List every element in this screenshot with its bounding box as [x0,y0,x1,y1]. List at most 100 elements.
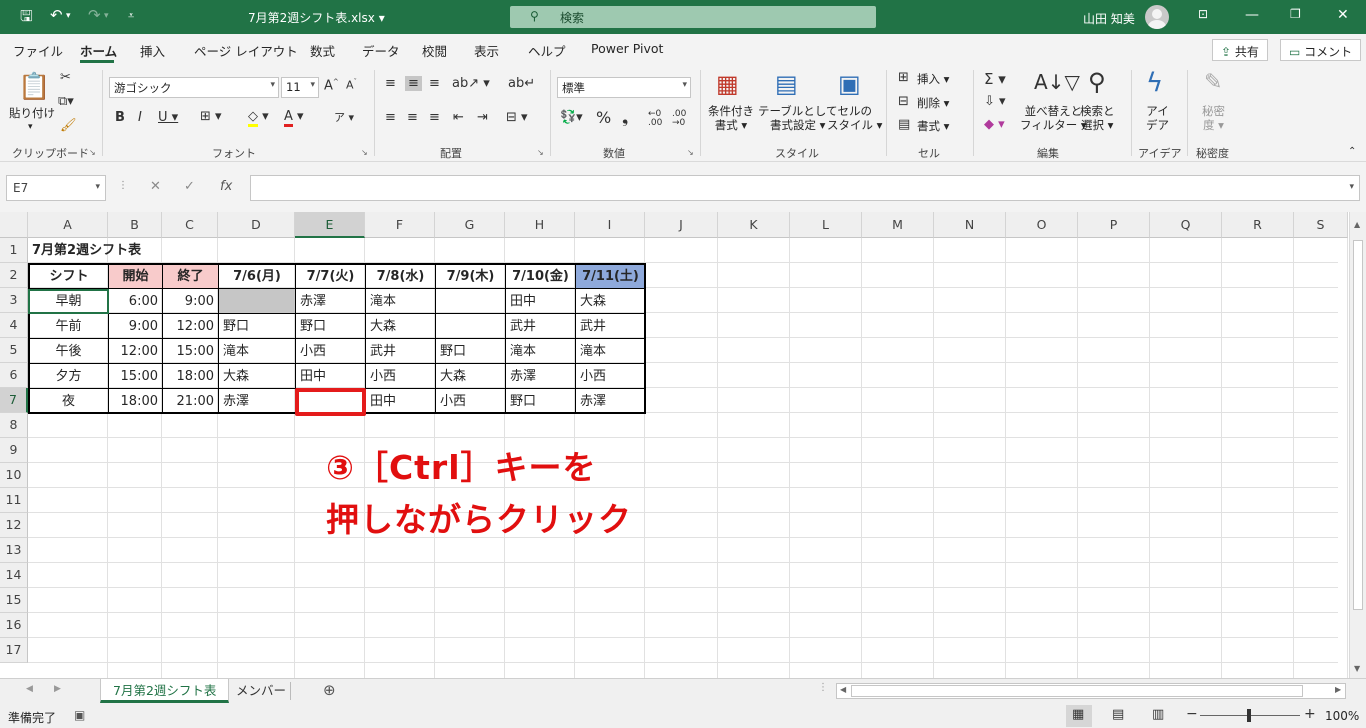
table-cell[interactable]: 12:00 [110,339,161,364]
column-header-d[interactable]: D [218,212,295,238]
format-as-table-label[interactable]: テーブルとして 書式設定 ▾ [758,104,837,132]
table-cell[interactable]: 18:00 [110,389,161,414]
align-bottom-icon[interactable]: ≡ [429,76,440,91]
table-cell[interactable]: 小西 [297,339,364,364]
formula-input[interactable]: ▾ [250,175,1360,201]
table-cell[interactable]: 12:00 [164,314,217,339]
spreadsheet-grid[interactable]: ABCDEFGHIJKLMNOPQRS 1 2 3 4 5 6 7 8 9 10 11 12 13 14 1… [0,212,1366,678]
table-cell[interactable]: 午前 [30,314,107,339]
row-header-10[interactable]: 10 [0,463,28,488]
table-cell[interactable]: 大森 [577,289,644,314]
accounting-format-icon[interactable]: 💱▾ [560,110,583,125]
sheet-title[interactable]: 7月第2週シフト表 [29,238,229,263]
scroll-down-icon[interactable]: ▼ [1354,664,1360,673]
column-header-q[interactable]: Q [1150,212,1222,238]
sensitivity-label[interactable]: 秘密度 ▾ [1202,104,1225,132]
orientation-icon[interactable]: ab↗ ▾ [452,76,490,91]
row-header-2[interactable]: 2 [0,263,28,288]
select-all-corner[interactable] [0,212,28,238]
horizontal-scroll-thumb[interactable] [851,685,1303,697]
header-cell[interactable]: 開始 [109,264,162,289]
header-cell[interactable]: 7/11(土) [576,264,645,289]
header-cell[interactable]: 7/8(水) [366,264,435,289]
tab-view[interactable]: 表示 [474,41,499,60]
paste-icon[interactable]: 📋 [18,72,50,102]
tab-power-pivot[interactable]: Power Pivot [591,41,663,56]
table-cell[interactable]: 野口 [507,389,574,414]
merge-center-icon[interactable]: ⊟ ▾ [506,110,528,125]
split-handle-icon[interactable]: ⋮ [818,682,828,693]
table-cell[interactable]: 赤澤 [297,289,364,314]
column-header-s[interactable]: S [1294,212,1348,238]
undo-icon[interactable]: ↶ [50,6,63,24]
conditional-format-label[interactable]: 条件付き 書式 ▾ [708,104,754,132]
fill-icon[interactable]: ⇩ ▾ [984,94,1006,109]
font-size-select[interactable]: 11 ▾ [281,77,319,98]
table-cell[interactable]: 滝本 [367,289,434,314]
column-header-c[interactable]: C [162,212,218,238]
ribbon-display-icon[interactable]: ⊡ [1198,7,1208,21]
tab-data[interactable]: データ [362,41,400,60]
row-header-7[interactable]: 7 [0,388,28,413]
clear-icon[interactable]: ◆ ▾ [984,117,1005,132]
comment-button[interactable]: ▭ コメント [1280,39,1362,61]
header-cell[interactable]: 7/9(木) [436,264,505,289]
format-as-table-icon[interactable]: ▤ [775,70,798,98]
ideas-icon[interactable]: ϟ [1146,68,1163,98]
autosum-icon[interactable]: Σ ▾ [984,70,1006,88]
number-format-select[interactable]: 標準 ▾ [557,77,691,98]
column-header-o[interactable]: O [1006,212,1078,238]
insert-cells-label[interactable]: 挿入 ▾ [917,72,949,86]
table-cell[interactable]: 赤澤 [507,364,574,389]
undo-dropdown-icon[interactable]: ▾ [66,11,71,21]
table-cell[interactable]: 野口 [437,339,504,364]
fill-color-icon[interactable]: ◇ ▾ [248,109,269,127]
find-select-label[interactable]: 検索と 選択 ▾ [1080,104,1115,132]
minimize-icon[interactable]: — [1245,7,1259,23]
font-name-select[interactable]: 游ゴシック ▾ [109,77,279,98]
cut-icon[interactable]: ✂ [60,70,71,85]
tab-page-layout[interactable]: ページ レイアウト [194,41,298,60]
table-cell[interactable]: 18:00 [164,364,217,389]
header-cell[interactable]: 7/7(火) [296,264,365,289]
align-top-icon[interactable]: ≡ [385,76,396,91]
increase-decimal-icon[interactable]: ←0.00 [648,110,662,128]
table-cell[interactable] [220,289,294,314]
sensitivity-icon[interactable]: ✎ [1204,70,1222,95]
column-header-a[interactable]: A [28,212,108,238]
zoom-out-icon[interactable]: − [1186,706,1198,722]
scroll-up-icon[interactable]: ▲ [1354,220,1360,229]
decrease-indent-icon[interactable]: ⇤ [453,110,464,125]
table-cell[interactable]: 赤澤 [577,389,644,414]
border-icon[interactable]: ⊞ ▾ [200,109,222,124]
zoom-level[interactable]: 100% [1325,709,1359,723]
table-cell[interactable]: 9:00 [110,314,161,339]
align-right-icon[interactable]: ≡ [429,110,440,125]
row-header-3[interactable]: 3 [0,288,28,313]
column-header-i[interactable]: I [575,212,645,238]
more-options-icon[interactable]: ⋮ [118,180,128,191]
cell-styles-label[interactable]: セルの スタイル ▾ [827,104,882,132]
sheet-tab[interactable]: メンバー [224,679,298,703]
conditional-format-icon[interactable]: ▦ [716,70,739,98]
number-launcher-icon[interactable]: ↘ [687,148,694,157]
table-cell[interactable]: 21:00 [164,389,217,414]
name-box[interactable]: E7 ▾ [6,175,106,201]
insert-cells-icon[interactable]: ⊞ [898,70,909,85]
table-cell[interactable]: 6:00 [110,289,161,314]
page-layout-view-icon[interactable]: ▤ [1112,707,1124,722]
tab-help[interactable]: ヘルプ [528,41,566,60]
tab-home[interactable]: ホーム [80,41,117,60]
delete-cells-icon[interactable]: ⊟ [898,94,909,109]
copy-icon[interactable]: ⧉▾ [58,94,74,109]
next-sheet-icon[interactable]: ▶ [54,684,61,694]
column-header-g[interactable]: G [435,212,505,238]
header-cell[interactable]: 7/6(月) [219,264,295,289]
tab-insert[interactable]: 挿入 [140,41,165,60]
tab-formulas[interactable]: 数式 [310,41,335,60]
decrease-decimal-icon[interactable]: .00 →0 [672,110,686,128]
user-name[interactable]: 山田 知美 [1083,10,1135,27]
sheet-tab-active[interactable]: 7月第2週シフト表 [100,679,230,703]
delete-cells-label[interactable]: 削除 ▾ [917,96,949,110]
cancel-icon[interactable]: ✕ [150,179,161,194]
